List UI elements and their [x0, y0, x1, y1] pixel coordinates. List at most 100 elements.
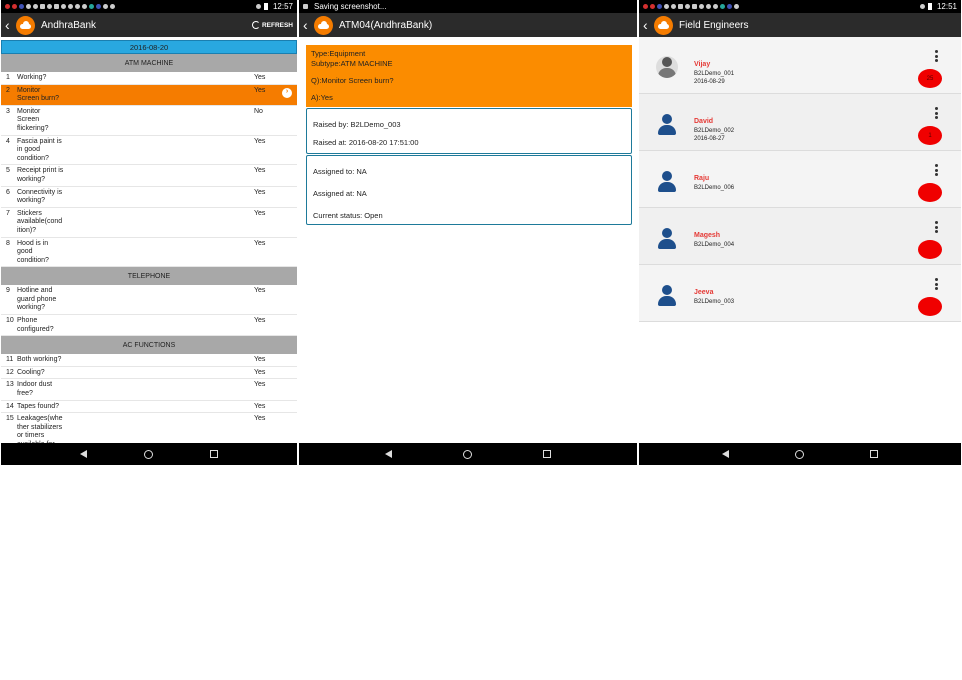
question-number: 1	[6, 74, 10, 81]
status-right: 12:51	[919, 2, 957, 11]
question-answer: Yes	[254, 188, 266, 196]
question-answer: Yes	[254, 402, 266, 410]
dot	[935, 111, 938, 115]
issue-count-badge[interactable]: 1	[918, 126, 942, 145]
nav-back-icon[interactable]	[79, 450, 87, 458]
question-number: 13	[6, 381, 14, 389]
status-time: 12:57	[272, 2, 293, 11]
nav-home-icon[interactable]	[795, 449, 804, 459]
status-right: 12:57	[255, 2, 293, 11]
question-text: Hotline and guard phone working?	[17, 287, 57, 312]
engineer-card[interactable]: Jeeva B2LDemo_003	[639, 265, 961, 322]
status-bar: 12:57	[1, 0, 297, 13]
checklist-row[interactable]: 10 Phone configured? Yes	[1, 315, 297, 337]
checklist-row[interactable]: 11 Both working? Yes	[1, 354, 297, 367]
question-text: Monitor Screen flickering?	[17, 107, 49, 132]
back-chevron-icon[interactable]: ‹	[5, 18, 13, 32]
engineer-cards: Vijay B2LDemo_001 2016-08-29 25 David B2LDemo…	[639, 37, 961, 322]
issue-answer: A):Yes	[311, 93, 333, 102]
more-vert-icon[interactable]	[935, 50, 938, 62]
question-answer: Yes	[254, 381, 266, 389]
raised-card: Raised by: B2LDemo_003 Raised at: 2016-0…	[306, 108, 632, 154]
issue-type: Type:Equipment	[311, 49, 366, 58]
issue-count-badge[interactable]	[918, 183, 942, 202]
nav-recent-icon[interactable]	[870, 450, 878, 458]
checklist-row[interactable]: 9 Hotline and guard phone working? Yes	[1, 285, 297, 316]
question-number: 4	[6, 137, 10, 145]
app-logo-icon	[16, 15, 35, 35]
checklist-row[interactable]: 7 Stickers available(cond ition)? Yes	[1, 208, 297, 238]
engineer-card[interactable]: David B2LDemo_002 2016-08-27 1	[639, 94, 961, 151]
question-answer: Yes	[254, 209, 266, 217]
more-vert-icon[interactable]	[935, 221, 938, 233]
notification-icon	[699, 4, 704, 9]
nav-back-icon[interactable]	[384, 450, 392, 458]
checklist-row[interactable]: 2 Monitor Screen burn? Yes ›	[1, 84, 297, 106]
back-chevron-icon[interactable]: ‹	[303, 18, 311, 32]
question-number: 6	[6, 188, 10, 196]
detail-content: Type:Equipment Subtype:ATM MACHINE Q):Mo…	[299, 37, 637, 443]
refresh-button[interactable]: REFRESH	[251, 21, 293, 29]
dot	[935, 173, 938, 176]
question-number: 15	[6, 415, 14, 423]
back-chevron-icon[interactable]: ‹	[643, 18, 651, 32]
avatar-head	[662, 57, 672, 67]
nav-recent-icon[interactable]	[543, 450, 552, 458]
notification-icon	[33, 4, 38, 9]
engineer-date: 2016-08-29	[694, 79, 725, 85]
engineer-card[interactable]: Magesh B2LDemo_004	[639, 208, 961, 265]
nav-back-icon[interactable]	[722, 450, 729, 458]
issue-count-badge[interactable]: 25	[918, 69, 942, 88]
checklist-row[interactable]: 13 Indoor dust free? Yes	[1, 379, 297, 401]
checklist-row[interactable]: 12 Cooling? Yes	[1, 367, 297, 380]
checklist-row[interactable]: 8 Hood is in good condition? Yes	[1, 238, 297, 268]
notification-icon	[40, 4, 45, 9]
person-icon	[656, 284, 678, 306]
checklist-row[interactable]: 6 Connectivity is working? Yes	[1, 187, 297, 208]
engineer-id: B2LDemo_004	[694, 242, 735, 248]
status-bar: Saving screenshot...	[299, 0, 637, 13]
app-title: Field Engineers	[679, 19, 749, 31]
question-text: Tapes found?	[17, 402, 60, 410]
question-number: 7	[6, 209, 10, 217]
nav-home-icon[interactable]	[143, 449, 153, 459]
more-vert-icon[interactable]	[935, 278, 938, 290]
nav-bar	[299, 443, 637, 465]
notification-icon	[727, 4, 732, 9]
raised-by: Raised by: B2LDemo_003	[313, 120, 401, 129]
dot	[935, 50, 938, 53]
avatar-body	[658, 68, 676, 78]
notification-icon	[671, 4, 676, 9]
more-vert-icon[interactable]	[935, 107, 938, 119]
dot	[935, 225, 938, 229]
dot	[935, 282, 938, 286]
question-answer: Yes	[254, 356, 266, 364]
assigned-at: Assigned at: NA	[313, 189, 367, 198]
app-logo-icon	[314, 15, 333, 35]
engineer-card[interactable]: Vijay B2LDemo_001 2016-08-29 25	[639, 37, 961, 94]
checklist-row[interactable]: 1 Working? Yes	[1, 72, 297, 85]
checklist-content[interactable]: 2016-08-20 ATM MACHINE 1 Working? Yes 2 Monit…	[1, 37, 297, 443]
issue-count-badge[interactable]	[918, 240, 942, 259]
question-answer: No	[254, 107, 263, 115]
app-bar: ‹ ATM04(AndhraBank)	[299, 13, 637, 37]
checklist-row[interactable]: 5 Receipt print is working? Yes	[1, 165, 297, 187]
date-bar: 2016-08-20	[1, 40, 297, 54]
checklist-row[interactable]: 3 Monitor Screen flickering? No	[1, 106, 297, 136]
nav-home-icon[interactable]	[462, 449, 472, 459]
notification-icons	[643, 4, 920, 9]
engineer-id: B2LDemo_002	[694, 128, 735, 134]
checklist-row[interactable]: 4 Fascia paint is in good condition? Yes	[1, 136, 297, 166]
engineer-card[interactable]: Raju B2LDemo_006	[639, 151, 961, 208]
avatar-body	[658, 125, 676, 135]
chevron-right-icon[interactable]: ›	[282, 87, 292, 98]
more-vert-icon[interactable]	[935, 164, 938, 176]
wifi-icon	[255, 4, 261, 9]
dot	[935, 107, 938, 110]
nav-recent-icon[interactable]	[210, 450, 219, 458]
notification-icon	[720, 4, 725, 9]
issue-count-badge[interactable]	[918, 297, 942, 316]
checklist-row[interactable]: 14 Tapes found? Yes	[1, 401, 297, 414]
notification-icon	[734, 4, 739, 9]
checklist-row[interactable]: 15Leakages(whether stabilizersor timersa…	[1, 413, 297, 443]
